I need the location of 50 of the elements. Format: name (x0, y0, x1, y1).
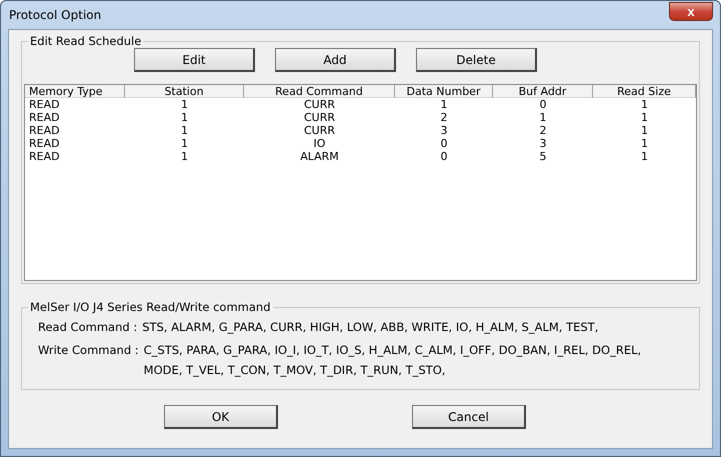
table-cell-text: 1 (180, 98, 189, 111)
column-header[interactable]: Data Number (395, 85, 493, 98)
action-button[interactable]: Add (275, 48, 396, 72)
table-cell-text: 3 (538, 137, 548, 150)
table-cell-text: 1 (640, 111, 649, 124)
table-cell-text: 0 (440, 137, 448, 150)
command-list: STS, ALARM, G_PARA, CURR, HIGH, LOW, ABB, WRITE, IO, H_ALM, S_ALM, TEST, (142, 320, 697, 334)
table-cell-text: 1 (640, 98, 649, 111)
table-cell-text: 0 (538, 98, 548, 111)
table-cell-text: CURR (302, 98, 336, 111)
table-cell-text: 1 (180, 111, 189, 124)
table-cell-text: 1 (180, 150, 189, 163)
table-cell-text: 2 (440, 111, 448, 124)
column-header[interactable]: Buf Addr (493, 85, 593, 98)
table-cell-text: 1 (180, 137, 189, 150)
table-cell-text: ALARM (299, 150, 340, 163)
column-header[interactable]: Read Size (593, 85, 696, 98)
table-cell-text: 1 (640, 150, 649, 163)
table-cell-text: 5 (538, 150, 548, 163)
table-cell-text: 1 (640, 137, 649, 150)
table-cell-text: READ (28, 137, 61, 150)
table-cell-text: 1 (180, 124, 189, 137)
column-header[interactable]: Read Command (244, 85, 395, 98)
table-cell-text: READ (28, 124, 61, 137)
column-header[interactable]: Station (125, 85, 244, 98)
close-button[interactable]: x (669, 2, 713, 20)
table-cell-text: CURR (302, 124, 336, 137)
table-cell-text: READ (28, 111, 61, 124)
command-label: Read Command : (38, 320, 138, 334)
table-cell-text: READ (28, 150, 61, 163)
table-cell-text: 0 (440, 150, 448, 163)
column-header[interactable]: Memory Type (25, 85, 125, 98)
table-cell-text: IO (312, 137, 326, 150)
group-title: MelSer I/O J4 Series Read/Write command (29, 300, 272, 314)
table-cell-text: 1 (640, 124, 649, 137)
dialog-button[interactable]: Cancel (412, 405, 526, 429)
group-title: Edit Read Schedule (29, 34, 142, 48)
table-cell-text: READ (28, 98, 61, 111)
table-cell-text: 2 (538, 124, 548, 137)
command-label: Write Command : (38, 343, 139, 359)
action-button[interactable]: Edit (134, 48, 255, 72)
table-cell-text: 3 (440, 124, 448, 137)
table-cell-text: CURR (302, 111, 336, 124)
command-list: MODE, T_VEL, T_CON, T_MOV, T_DIR, T_RUN, T_STO, (144, 363, 697, 377)
table-cell-text: 1 (538, 111, 548, 124)
dialog-button[interactable]: OK (164, 405, 278, 429)
window-title: Protocol Option (8, 8, 102, 22)
command-list: C_STS, PARA, G_PARA, IO_I, IO_T, IO_S, H_ALM, C_ALM, I_OFF, DO_BAN, I_REL, DO_REL, (144, 343, 697, 357)
action-button[interactable]: Delete (416, 48, 537, 72)
table-cell-text: 1 (440, 98, 448, 111)
